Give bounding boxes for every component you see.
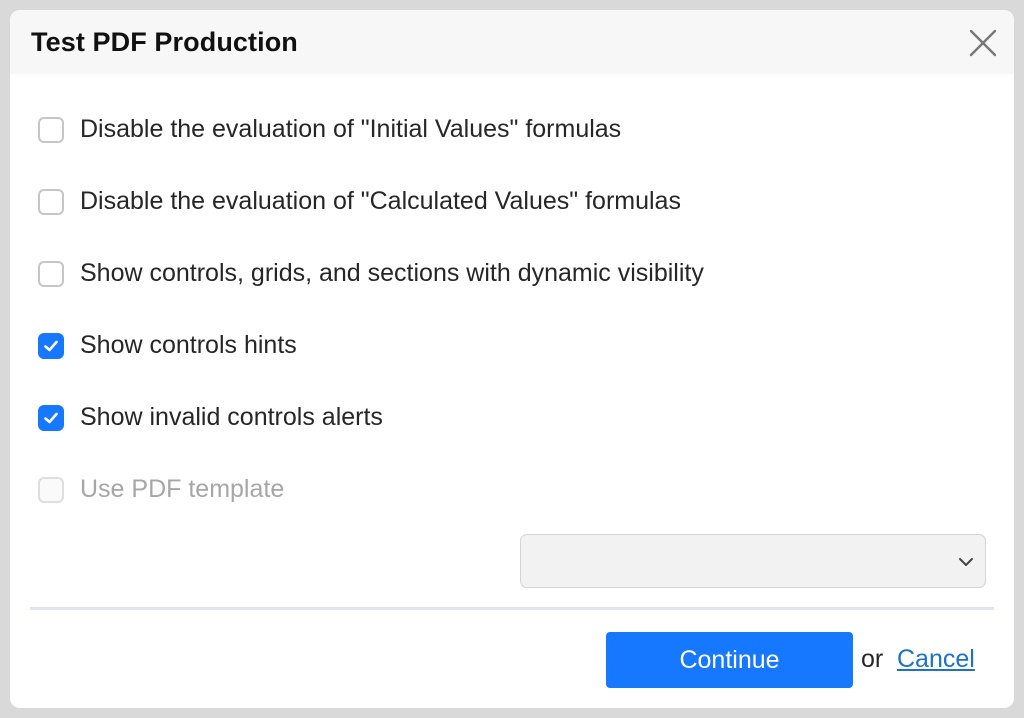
option-label: Disable the evaluation of "Calculated Va… [80, 187, 681, 215]
checkbox-disabled [38, 477, 64, 503]
checkbox-checked[interactable] [38, 405, 64, 431]
checkbox[interactable] [38, 189, 64, 215]
pdf-template-select[interactable] [520, 534, 986, 588]
cancel-link[interactable]: Cancel [897, 645, 975, 674]
or-text: or [861, 645, 884, 673]
continue-button[interactable]: Continue [606, 632, 853, 688]
checkbox[interactable] [38, 117, 64, 143]
option-show-invalid-alerts[interactable]: Show invalid controls alerts [38, 402, 986, 474]
footer-divider [30, 607, 994, 610]
close-button[interactable] [968, 28, 998, 58]
option-disable-initial-values[interactable]: Disable the evaluation of "Initial Value… [38, 114, 986, 186]
checkmark-icon [44, 340, 58, 352]
options-list: Disable the evaluation of "Initial Value… [38, 114, 986, 546]
option-label: Use PDF template [80, 475, 285, 503]
close-icon [969, 29, 997, 57]
checkbox[interactable] [38, 261, 64, 287]
dialog-header: Test PDF Production [10, 10, 1014, 74]
option-show-controls-hints[interactable]: Show controls hints [38, 330, 986, 402]
option-label: Show invalid controls alerts [80, 403, 383, 431]
chevron-down-icon [959, 558, 973, 566]
checkmark-icon [44, 412, 58, 424]
option-show-dynamic-visibility[interactable]: Show controls, grids, and sections with … [38, 258, 986, 330]
dialog-title: Test PDF Production [31, 27, 298, 57]
option-label: Show controls hints [80, 331, 297, 359]
test-pdf-dialog: Test PDF Production Disable the evaluati… [10, 10, 1014, 708]
option-disable-calculated-values[interactable]: Disable the evaluation of "Calculated Va… [38, 186, 986, 258]
option-label: Disable the evaluation of "Initial Value… [80, 115, 622, 143]
option-label: Show controls, grids, and sections with … [80, 259, 704, 287]
checkbox-checked[interactable] [38, 333, 64, 359]
